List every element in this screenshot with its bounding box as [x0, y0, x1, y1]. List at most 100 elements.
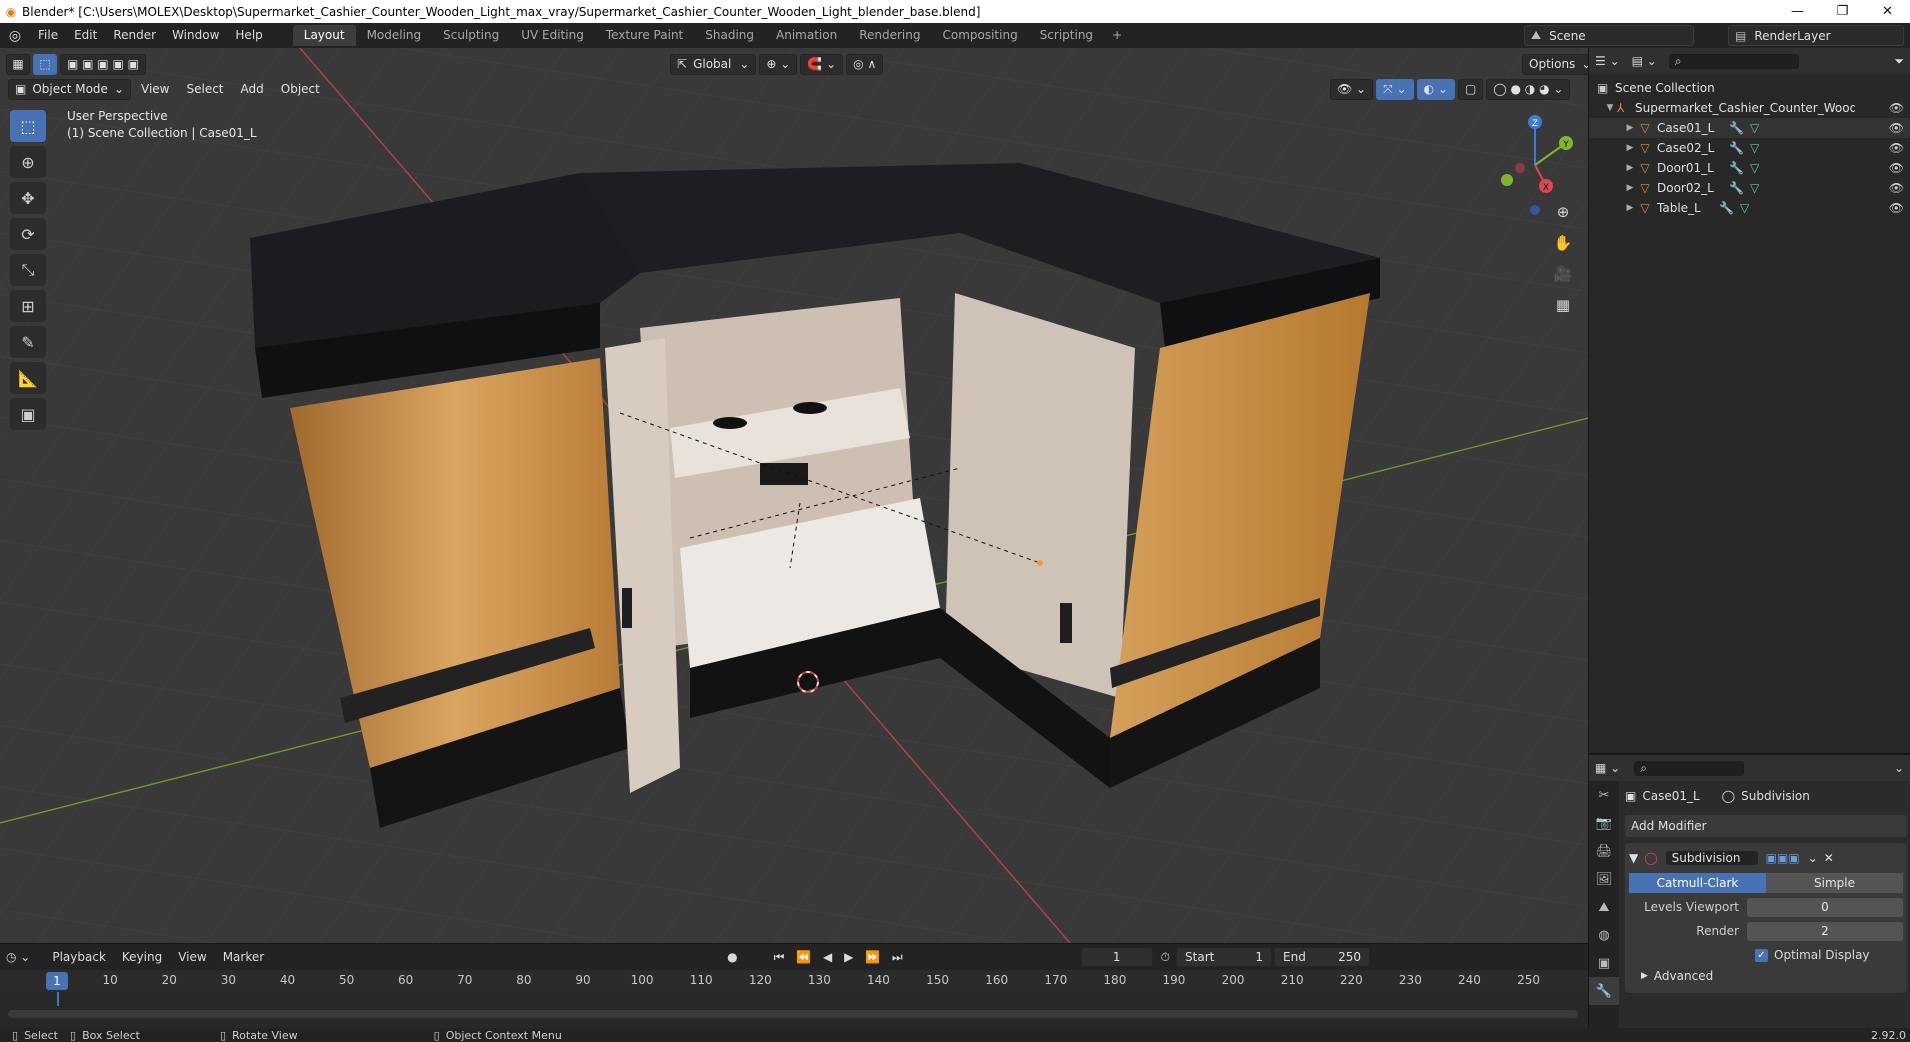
- render-levels-input[interactable]: 2: [1747, 921, 1903, 941]
- tab-modeling[interactable]: Modeling: [356, 25, 433, 46]
- outliner-object-row[interactable]: ▶ ▽ Case02_L 🔧 ▽ 👁: [1589, 138, 1910, 158]
- menu-render[interactable]: Render: [105, 23, 164, 48]
- expand-arrow-icon[interactable]: ▶: [1623, 183, 1637, 193]
- visibility-eye-icon[interactable]: 👁: [1889, 181, 1904, 195]
- record-icon[interactable]: ●: [727, 950, 737, 964]
- simple-button[interactable]: Simple: [1766, 873, 1903, 893]
- rotate-tool-icon[interactable]: ⟳: [10, 218, 46, 250]
- cursor-tool-icon[interactable]: ⊕: [10, 146, 46, 178]
- blender-menu-icon[interactable]: ◎: [0, 28, 30, 44]
- search-icon[interactable]: ⌕: [1634, 760, 1745, 776]
- tab-uv-editing[interactable]: UV Editing: [510, 25, 595, 46]
- menu-keying[interactable]: Keying: [114, 945, 170, 970]
- tool-tab-icon[interactable]: ✂: [1589, 781, 1619, 809]
- menu-timeline-view[interactable]: View: [170, 945, 214, 970]
- close-window-button[interactable]: ✕: [1865, 4, 1910, 19]
- menu-add[interactable]: Add: [234, 79, 271, 100]
- visibility-eye-icon[interactable]: 👁: [1889, 101, 1904, 115]
- modifier-tab-icon[interactable]: 🔧: [1589, 977, 1619, 1005]
- add-workspace-button[interactable]: +: [1104, 25, 1130, 46]
- view-layer-tab-icon[interactable]: 🖼: [1589, 865, 1619, 893]
- menu-help[interactable]: Help: [227, 23, 270, 48]
- zoom-icon[interactable]: ⊕: [1548, 198, 1578, 226]
- proportional-editing-toggle[interactable]: ◎ ∧: [846, 53, 884, 75]
- outliner-object-row[interactable]: ▶ ▽ Case01_L 🔧 ▽ 👁: [1589, 118, 1910, 138]
- render-layer-selector[interactable]: ▤ RenderLayer: [1728, 25, 1904, 46]
- select-box-tool-icon[interactable]: ⬚: [10, 110, 46, 142]
- scene-collection-row[interactable]: ▣ Scene Collection: [1589, 78, 1910, 98]
- object-tab-icon[interactable]: ▣: [1589, 949, 1619, 977]
- playback-controls[interactable]: ⏮ ⏪ ◀ ▶ ⏩ ⏭: [774, 950, 907, 965]
- tab-texture-paint[interactable]: Texture Paint: [595, 25, 694, 46]
- camera-view-icon[interactable]: 🎥: [1548, 260, 1578, 288]
- timeline-ruler[interactable]: 1 10 20 30 40 50 60 70 80 90 100 110 120 130 140 150 16…: [0, 970, 1588, 992]
- visibility-dropdown[interactable]: 👁 ⌄: [1330, 78, 1374, 100]
- display-mode-icon[interactable]: ▤ ⌄: [1632, 54, 1657, 68]
- menu-object[interactable]: Object: [274, 79, 327, 100]
- restore-button[interactable]: ❐: [1820, 4, 1865, 19]
- scene-selector[interactable]: ⛰ Scene: [1524, 25, 1694, 46]
- advanced-subpanel[interactable]: ▶ Advanced: [1629, 965, 1903, 987]
- mode-dropdown[interactable]: ▣ Object Mode ⌄: [8, 78, 131, 100]
- pan-hand-icon[interactable]: ✋: [1548, 229, 1578, 257]
- select-tool-icon[interactable]: ⬚: [33, 53, 57, 75]
- visibility-eye-icon[interactable]: 👁: [1889, 121, 1904, 135]
- modifier-name-field[interactable]: Subdivision: [1665, 851, 1758, 865]
- expand-arrow-icon[interactable]: ▶: [1623, 203, 1637, 213]
- menu-edit[interactable]: Edit: [66, 23, 105, 48]
- catmull-clark-button[interactable]: Catmull-Clark: [1629, 873, 1766, 893]
- annotate-tool-icon[interactable]: ✎: [10, 326, 46, 358]
- visibility-eye-icon[interactable]: 👁: [1889, 161, 1904, 175]
- add-modifier-dropdown[interactable]: Add Modifier: [1625, 815, 1907, 837]
- search-icon[interactable]: ⌕: [1668, 53, 1799, 69]
- measure-tool-icon[interactable]: 📐: [10, 362, 46, 394]
- editor-type-icon[interactable]: ▦: [6, 53, 30, 75]
- collapse-arrow-icon[interactable]: ▼: [1629, 851, 1638, 865]
- overlay-toggle[interactable]: ◐ ⌄: [1416, 78, 1455, 100]
- properties-editor-icon[interactable]: ▦ ⌄: [1595, 761, 1620, 775]
- move-tool-icon[interactable]: ✥: [10, 182, 46, 214]
- tab-rendering[interactable]: Rendering: [848, 25, 931, 46]
- pivot-point-dropdown[interactable]: ⊕ ⌄: [759, 53, 798, 75]
- outliner-object-row[interactable]: ▶ ▽ Door02_L 🔧 ▽ 👁: [1589, 178, 1910, 198]
- output-tab-icon[interactable]: 🖨: [1589, 837, 1619, 865]
- expand-arrow-icon[interactable]: ▶: [1623, 143, 1637, 153]
- optimal-display-checkbox[interactable]: ✓ Optimal Display: [1629, 945, 1903, 965]
- transform-orientation-dropdown[interactable]: ⇱ Global ⌄: [670, 53, 757, 75]
- outliner-editor-icon[interactable]: ☰ ⌄: [1595, 54, 1620, 68]
- menu-select[interactable]: Select: [179, 79, 230, 100]
- tab-layout[interactable]: Layout: [292, 25, 356, 46]
- scene-tab-icon[interactable]: ⛰: [1589, 893, 1619, 921]
- tab-scripting[interactable]: Scripting: [1029, 25, 1104, 46]
- gizmo-toggle[interactable]: ⤧ ⌄: [1376, 78, 1414, 100]
- outliner-object-row[interactable]: ▶ ▽ Door01_L 🔧 ▽ 👁: [1589, 158, 1910, 178]
- minimize-button[interactable]: —: [1775, 4, 1820, 19]
- timeline-track[interactable]: [0, 992, 1588, 1029]
- world-tab-icon[interactable]: ◍: [1589, 921, 1619, 949]
- expand-arrow-icon[interactable]: ▶: [1623, 163, 1637, 173]
- 3d-viewport[interactable]: ▦ ⬚ ▣ ▣ ▣ ▣ ▣ ⇱ Global ⌄ ⊕ ⌄ 🧲 ⌄ ◎ ∧ Opt…: [0, 48, 1588, 943]
- show-in-editmode-icon[interactable]: ▣▣▣: [1766, 851, 1800, 865]
- shading-mode-buttons[interactable]: ◯ ● ◑ ◕ ⌄: [1486, 78, 1571, 100]
- clock-icon[interactable]: ⏱: [1161, 950, 1170, 965]
- scale-tool-icon[interactable]: ⤡: [10, 254, 46, 286]
- outliner-object-row[interactable]: ▶ ▽ Table_L 🔧 ▽ 👁: [1589, 198, 1910, 218]
- select-mode-buttons[interactable]: ▣ ▣ ▣ ▣ ▣: [60, 53, 146, 75]
- chevron-down-icon[interactable]: ⌄: [1894, 761, 1904, 775]
- menu-marker[interactable]: Marker: [215, 945, 272, 970]
- chevron-down-icon[interactable]: ⌄: [1808, 851, 1818, 865]
- remove-modifier-icon[interactable]: ✕: [1824, 851, 1834, 865]
- menu-playback[interactable]: Playback: [44, 945, 114, 970]
- filter-icon[interactable]: ⏷: [1894, 54, 1904, 69]
- timeline-editor-icon[interactable]: ◷ ⌄: [6, 950, 30, 964]
- ortho-grid-icon[interactable]: ▦: [1548, 291, 1578, 319]
- render-tab-icon[interactable]: 📷: [1589, 809, 1619, 837]
- expand-arrow-icon[interactable]: ▼: [1603, 103, 1617, 113]
- visibility-eye-icon[interactable]: 👁: [1889, 201, 1904, 215]
- current-frame-indicator[interactable]: 1: [46, 972, 68, 990]
- start-frame-field[interactable]: Start 1: [1176, 947, 1273, 967]
- end-frame-field[interactable]: End 250: [1274, 947, 1371, 967]
- collection-row[interactable]: ▼ ⅄ Supermarket_Cashier_Counter_Wooden_L…: [1589, 98, 1910, 118]
- menu-view[interactable]: View: [134, 79, 176, 100]
- tab-sculpting[interactable]: Sculpting: [432, 25, 510, 46]
